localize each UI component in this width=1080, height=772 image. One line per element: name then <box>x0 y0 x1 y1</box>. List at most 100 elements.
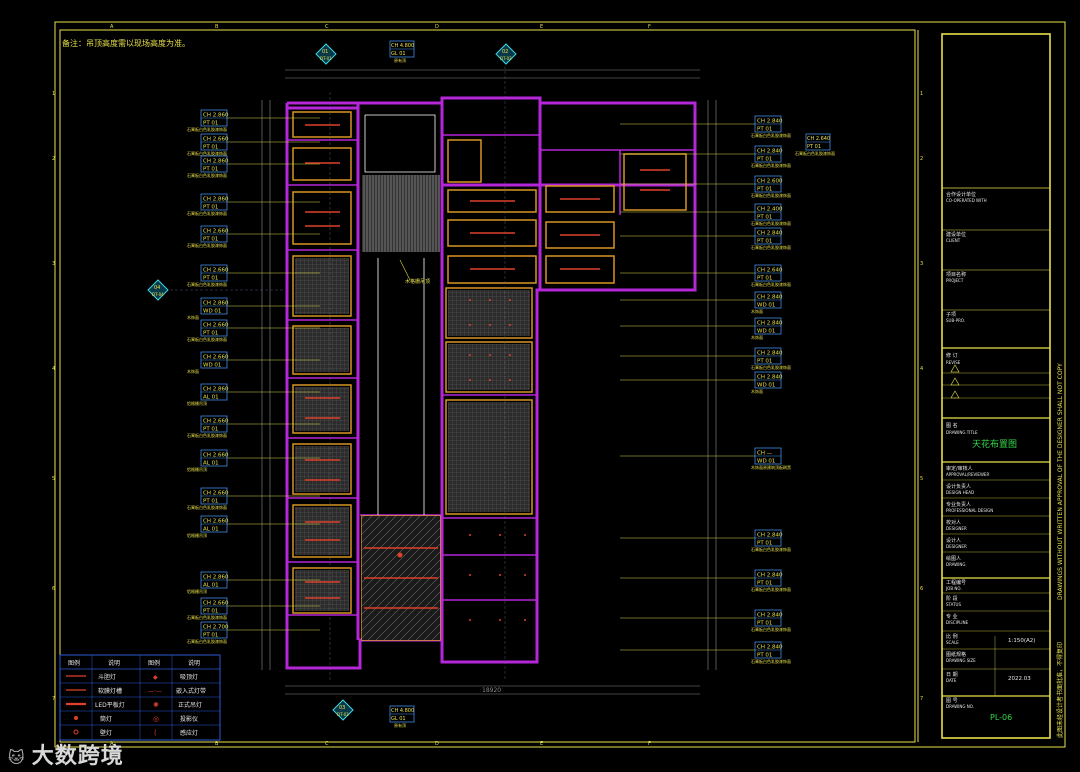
ceiling-height-tag: CH 2.840 WD 01木饰面 <box>620 317 783 340</box>
ceiling-height-tag: CH 2.640 PT 01石膏板白色乳胶漆饰面 <box>620 264 791 287</box>
legend-desc-4a: 嵌入式灯带 <box>176 687 206 695</box>
tb-info-cn: 工程编号 <box>946 579 966 586</box>
tb-field-en: PROJECT <box>946 278 964 283</box>
top-ceiling-tag: CH 4.800 GL 01 原有顶 <box>389 40 415 63</box>
svg-text:CH 2.600: CH 2.600 <box>757 179 783 185</box>
svg-text:CH 2.860: CH 2.860 <box>203 301 229 307</box>
grid-letter-bottom: F <box>648 741 651 747</box>
ceiling-height-tag: CH 2.840 WD 01木饰面 <box>620 371 783 394</box>
grid-letter-bottom: D <box>435 741 439 747</box>
svg-text:原有顶: 原有顶 <box>394 722 406 728</box>
svg-text:GL 01: GL 01 <box>391 716 406 722</box>
watermark-text: 大数跨境 <box>31 744 124 769</box>
tb-approval-en: PROFESSIONAL DESIGN <box>946 508 993 513</box>
svg-text:02: 02 <box>502 49 508 55</box>
tb-info-cn: 比 例 <box>946 633 958 640</box>
svg-text:CH 2.840: CH 2.840 <box>757 375 783 381</box>
svg-text:木饰面: 木饰面 <box>751 388 763 394</box>
tb-info-cn: 图纸规格 <box>946 651 966 658</box>
svg-text:木饰面: 木饰面 <box>751 334 763 340</box>
svg-text:PT 01: PT 01 <box>757 621 772 627</box>
revise-cn: 修 订 <box>946 352 958 359</box>
svg-text:DT-02: DT-02 <box>500 56 512 61</box>
legend-desc-10a: 感应灯 <box>180 729 198 737</box>
svg-text:石膏板白色乳胶漆饰面: 石膏板白色乳胶漆饰面 <box>751 220 791 226</box>
svg-text:CH 2.640: CH 2.640 <box>757 268 783 274</box>
tb-info-en: JOB NO. <box>945 586 962 591</box>
svg-text:CH 2.860: CH 2.860 <box>203 387 229 393</box>
svg-text:铝格栅吊顶: 铝格栅吊顶 <box>187 588 207 594</box>
svg-text:PT 01: PT 01 <box>757 359 772 365</box>
svg-text:木饰面原建筑顶板刷黑: 木饰面原建筑顶板刷黑 <box>751 464 791 470</box>
svg-text:WD 01: WD 01 <box>757 383 775 389</box>
svg-text:WD 01: WD 01 <box>757 459 775 465</box>
drawing-title-en: DRAWING TITLE <box>946 430 978 435</box>
svg-text:CH 4.800: CH 4.800 <box>391 43 414 49</box>
ceiling-height-tag: CH 2.700 PT 01石膏板白色乳胶漆饰面 <box>187 621 320 644</box>
svg-text:铝格栅吊顶: 铝格栅吊顶 <box>187 466 207 472</box>
section-marker-03: 03 DT-03 <box>332 699 354 721</box>
svg-text:木饰面: 木饰面 <box>751 308 763 314</box>
svg-text:原有顶: 原有顶 <box>394 57 406 63</box>
svg-text:石膏板白色乳胶漆饰面: 石膏板白色乳胶漆饰面 <box>187 432 227 438</box>
svg-text:GL 01: GL 01 <box>391 51 406 57</box>
legend-desc-9: 壁灯 <box>100 729 112 737</box>
svg-text:PT 01: PT 01 <box>203 331 218 337</box>
legend-desc-2a: 吸顶灯 <box>180 673 198 681</box>
svg-text:CH 2.660: CH 2.660 <box>203 355 229 361</box>
svg-text:石膏板白色乳胶漆饰面: 石膏板白色乳胶漆饰面 <box>751 162 791 168</box>
grid-number-left: 6 <box>52 586 55 592</box>
svg-text:WD 01: WD 01 <box>203 363 221 369</box>
grid-number-left: 5 <box>52 476 55 482</box>
svg-text:石膏板白色乳胶漆饰面: 石膏板白色乳胶漆饰面 <box>187 281 227 287</box>
bottom-ceiling-tag: CH 4.800 GL 01 原有顶 <box>389 705 415 728</box>
grid-number-left: 7 <box>52 696 55 702</box>
svg-text:PT 01: PT 01 <box>203 145 218 151</box>
svg-text:CH 2.640: CH 2.640 <box>807 136 830 142</box>
svg-text:石膏板白色乳胶漆饰面: 石膏板白色乳胶漆饰面 <box>751 281 791 287</box>
svg-text:CH 2.660: CH 2.660 <box>203 137 229 143</box>
svg-text:03: 03 <box>339 705 345 711</box>
ceiling-height-tag: CH 2.840 PT 01石膏板白色乳胶漆饰面 <box>620 609 791 632</box>
svg-text:CH 2.860: CH 2.860 <box>203 113 229 119</box>
tb-info-cn: 专 业 <box>946 613 958 620</box>
svg-text:石膏板白色乳胶漆饰面: 石膏板白色乳胶漆饰面 <box>187 242 227 248</box>
legend-desc-8a: 投影仪 <box>180 715 198 723</box>
grid-number-left: 2 <box>52 156 55 162</box>
drawing-title: 天花布置图 <box>972 438 1017 450</box>
svg-text:PT 01: PT 01 <box>203 276 218 282</box>
vertical-disclaimer: DRAWINGS WITHOUT WRITTEN APPROVAL OF THE… <box>1057 363 1064 600</box>
svg-text:石膏板白色乳胶漆饰面: 石膏板白色乳胶漆饰面 <box>751 244 791 250</box>
tb-info-en: STATUS <box>946 602 961 607</box>
svg-text:PT 01: PT 01 <box>203 205 218 211</box>
watermark: 🐱 大数跨境 <box>8 738 124 770</box>
grid-letter-top: C <box>325 24 329 30</box>
svg-text:石膏板白色乳胶漆饰面: 石膏板白色乳胶漆饰面 <box>187 126 227 132</box>
svg-text:AL 01: AL 01 <box>203 395 219 401</box>
tb-approval-en: DESIGNER <box>946 544 967 549</box>
tb-approval-en: APPROVAL/REVIEWER <box>946 472 989 477</box>
tb-field-cn: 建设单位 <box>946 231 966 238</box>
ceiling-height-tag: CH 2.400 PT 01石膏板白色乳胶漆饰面 <box>620 203 791 226</box>
svg-text:DT-03: DT-03 <box>337 712 349 717</box>
legend-desc-1: 斗胆灯 <box>98 673 116 681</box>
svg-text:石膏板白色乳胶漆饰面: 石膏板白色乳胶漆饰面 <box>751 364 791 370</box>
legend-symbol-6a: ✺ <box>153 701 159 709</box>
total-dimension: 18920 <box>482 687 501 694</box>
svg-text:CH 2.840: CH 2.840 <box>757 149 783 155</box>
grid-number-left: 3 <box>52 261 55 267</box>
svg-text:CH 2.400: CH 2.400 <box>757 207 783 213</box>
svg-text:PT 01: PT 01 <box>757 581 772 587</box>
grid-letter-bottom: B <box>215 741 219 747</box>
tb-approval-cn: 专业负责人 <box>946 501 971 508</box>
ceiling-height-tag: CH 2.840 PT 01石膏板白色乳胶漆饰面 <box>620 227 791 250</box>
ceiling-height-tag: CH 2.840 PT 01石膏板白色乳胶漆饰面 <box>620 347 791 370</box>
svg-text:PT 01: PT 01 <box>757 541 772 547</box>
svg-text:CH 2.840: CH 2.840 <box>757 295 783 301</box>
legend-desc-3: 软膜灯槽 <box>98 687 122 695</box>
ceiling-height-tag: CH 2.840 PT 01石膏板白色乳胶漆饰面 <box>620 529 791 552</box>
svg-text:PT 01: PT 01 <box>757 187 772 193</box>
ceiling-height-tag: CH 2.860 PT 01石膏板白色乳胶漆饰面 <box>187 109 320 132</box>
ceiling-height-tag: CH 2.840 WD 01木饰面 <box>620 291 783 314</box>
svg-text:PT 01: PT 01 <box>757 127 772 133</box>
